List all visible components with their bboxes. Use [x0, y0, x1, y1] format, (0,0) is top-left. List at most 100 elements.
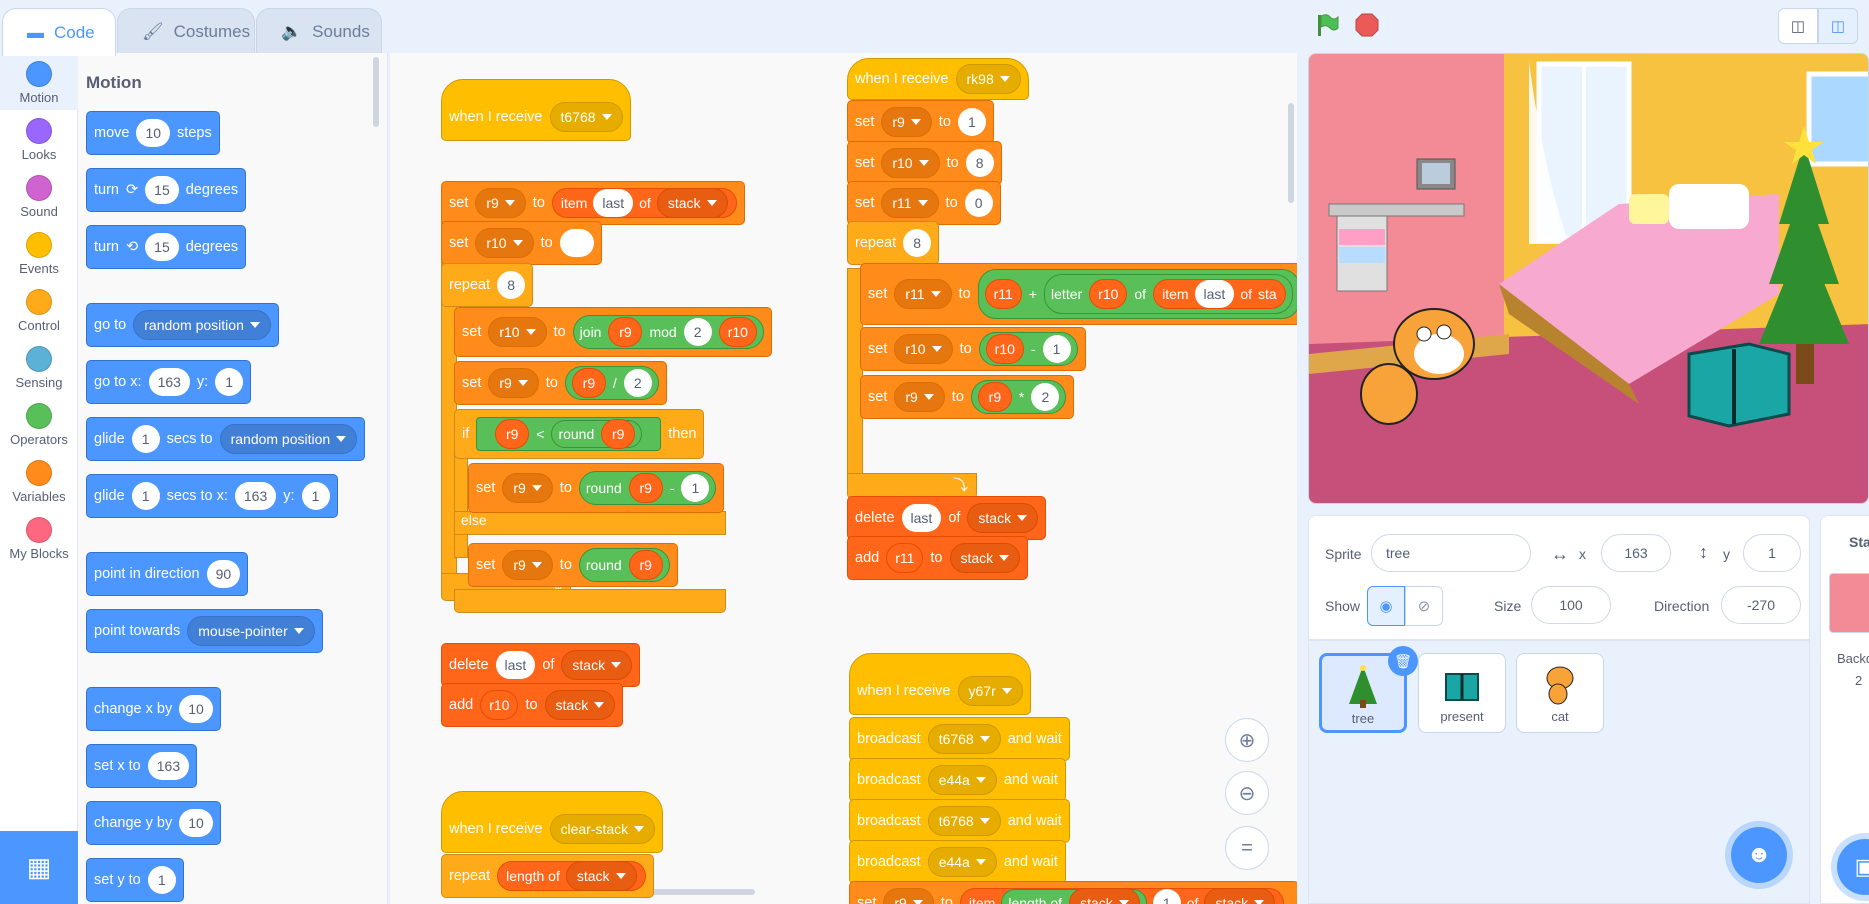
set-y-input[interactable]: 1 [147, 866, 176, 894]
green-flag-button[interactable] [1314, 12, 1340, 38]
block-text[interactable]: r9 [881, 107, 932, 137]
broadcast-t6768-wait-2[interactable]: broadcast t6768 and wait [849, 799, 1070, 843]
category-variables[interactable]: Variables [0, 452, 78, 509]
block-turn-left[interactable]: turn ⟲ 15 degrees [86, 225, 247, 269]
block-change-x[interactable]: change x by 10 [86, 687, 221, 731]
block-text[interactable]: stack [656, 188, 728, 218]
small-stage-button[interactable]: ◫ [1778, 8, 1818, 44]
set-r9-1[interactable]: set r9 to 1 [847, 100, 994, 144]
stage-selector[interactable]: Stag Backd 2 ▣ [1820, 515, 1869, 904]
repeat-length-of-stack[interactable]: repeat length of stack [441, 854, 654, 898]
x-input[interactable]: 163 [1601, 534, 1671, 572]
block-text[interactable]: r11 [894, 279, 952, 309]
set-r10-minus[interactable]: set r10 to r10-1 [860, 327, 1086, 371]
block-text[interactable]: 1 [681, 474, 710, 502]
block-text[interactable]: t6768 [927, 724, 1001, 754]
category-control[interactable]: Control [0, 281, 78, 338]
block-text[interactable]: e44a [927, 765, 997, 795]
delete-last-of-stack[interactable]: delete last of stack [441, 643, 641, 687]
block-text[interactable]: r9 [502, 473, 553, 503]
when-receive-rk98[interactable]: when I receive rk98 [847, 58, 1029, 100]
sprite-tree[interactable]: tree 🗑 [1319, 646, 1418, 733]
repeat-8-b[interactable]: repeat 8 [847, 221, 940, 265]
category-sensing[interactable]: Sensing [0, 338, 78, 395]
show-hidden-button[interactable]: ⊘ [1405, 586, 1443, 626]
script-area[interactable]: ⤵ else when I receivet6768 setr9toitemla… [390, 53, 1297, 904]
move-steps-input[interactable]: 10 [136, 119, 171, 147]
block-text[interactable]: 2 [1031, 383, 1060, 411]
block-point-towards[interactable]: point towards mouse-pointer [86, 609, 323, 653]
block-text[interactable]: stack [565, 861, 637, 891]
category-looks[interactable]: Looks [0, 110, 78, 167]
var-dropdown[interactable]: r9 [475, 188, 526, 218]
block-text[interactable]: 1 [957, 108, 986, 136]
glide-xy-secs-input[interactable]: 1 [131, 482, 160, 510]
broadcast-e44a-wait-2[interactable]: broadcast e44a and wait [849, 840, 1066, 884]
set-r9-round[interactable]: set r9 to round r9 [468, 543, 678, 587]
when-receive-y67r[interactable]: when I receive y67r [849, 653, 1031, 715]
direction-input[interactable]: -270 [1721, 586, 1801, 624]
add-r11-to-stack[interactable]: add r11 to stack [847, 536, 1029, 580]
block-text[interactable]: stack [967, 503, 1039, 533]
block-text[interactable]: r10 [488, 317, 547, 347]
block-text[interactable]: 1 [1042, 335, 1071, 363]
choose-sprite-button[interactable]: ☻ [1731, 827, 1787, 883]
block-text[interactable]: stack [1204, 888, 1276, 904]
delete-sprite-button[interactable]: 🗑 [1388, 646, 1418, 676]
block-text[interactable]: 8 [903, 229, 932, 257]
choose-backdrop-button[interactable]: ▣ [1837, 839, 1869, 895]
set-r9-divide[interactable]: set r9 to r9 / 2 [454, 361, 667, 405]
block-text[interactable]: last [495, 651, 536, 679]
set-r9-item[interactable]: set r9 to item last of stack [441, 181, 745, 225]
delete-last-of-stack-2[interactable]: delete last of stack [847, 496, 1047, 540]
glide-y-input[interactable]: 1 [301, 482, 330, 510]
block-text[interactable]: last [593, 189, 634, 217]
go-to-x-input[interactable]: 163 [148, 368, 190, 396]
turn-left-input[interactable]: 15 [145, 233, 179, 261]
category-operators[interactable]: Operators [0, 395, 78, 452]
block-set-y[interactable]: set y to 1 [86, 858, 184, 902]
zoom-in-button[interactable]: ⊕ [1225, 718, 1269, 762]
block-change-y[interactable]: change y by 10 [86, 801, 221, 845]
message-dropdown[interactable]: t6768 [549, 102, 623, 132]
add-r10-to-stack[interactable]: add r10 to stack [441, 683, 624, 727]
stage-canvas[interactable] [1308, 53, 1869, 504]
block-text[interactable]: e44a [927, 847, 997, 877]
category-sound[interactable]: Sound [0, 167, 78, 224]
when-receive-t6768[interactable]: when I receive t6768 [441, 79, 631, 141]
large-stage-button[interactable]: ◫ [1818, 8, 1858, 44]
zoom-reset-button[interactable]: = [1225, 826, 1269, 870]
set-r9-round-minus[interactable]: set r9 to round r9-1 [468, 463, 725, 513]
glide-x-input[interactable]: 163 [234, 482, 277, 510]
block-text[interactable]: 2 [683, 318, 712, 346]
sprite-present[interactable]: present [1418, 653, 1506, 733]
block-text[interactable]: stack [561, 650, 633, 680]
block-text[interactable]: last [1194, 280, 1235, 308]
block-turn-right[interactable]: turn ⟳ 15 degrees [86, 168, 247, 212]
tab-code[interactable]: ▬ Code [2, 8, 116, 56]
sprite-cat[interactable]: cat [1516, 653, 1604, 733]
when-receive-clear-stack[interactable]: when I receive clear-stack [441, 791, 664, 853]
block-text[interactable]: r9 [488, 368, 539, 398]
block-go-to[interactable]: go to random position [86, 303, 279, 347]
block-text[interactable]: stack [1069, 888, 1140, 904]
zoom-out-button[interactable]: ⊖ [1225, 771, 1269, 815]
set-r11-letter[interactable]: set r11 to r11 + letter r10 of item last of sta [860, 263, 1297, 325]
block-text[interactable]: stack [949, 543, 1021, 573]
tab-costumes[interactable]: 🖌 Costumes [117, 8, 255, 54]
category-my-blocks[interactable]: My Blocks [0, 509, 78, 566]
message-dropdown[interactable]: rk98 [955, 64, 1021, 94]
block-text[interactable]: r10 [894, 334, 953, 364]
block-text[interactable]: r9 [894, 382, 945, 412]
tab-sounds[interactable]: 🔈 Sounds [256, 8, 382, 54]
block-move[interactable]: move 10 steps [86, 111, 220, 155]
block-text[interactable]: r9 [502, 550, 553, 580]
change-x-input[interactable]: 10 [179, 695, 213, 723]
broadcast-e44a-wait[interactable]: broadcast e44a and wait [849, 758, 1066, 802]
block-go-to-xy[interactable]: go to x: 163 y: 1 [86, 360, 252, 404]
block-text[interactable]: r10 [881, 148, 940, 178]
block-text[interactable]: r9 [883, 888, 934, 904]
stop-button[interactable] [1354, 12, 1380, 38]
size-input[interactable]: 100 [1531, 586, 1611, 624]
block-text[interactable]: stack [544, 690, 616, 720]
